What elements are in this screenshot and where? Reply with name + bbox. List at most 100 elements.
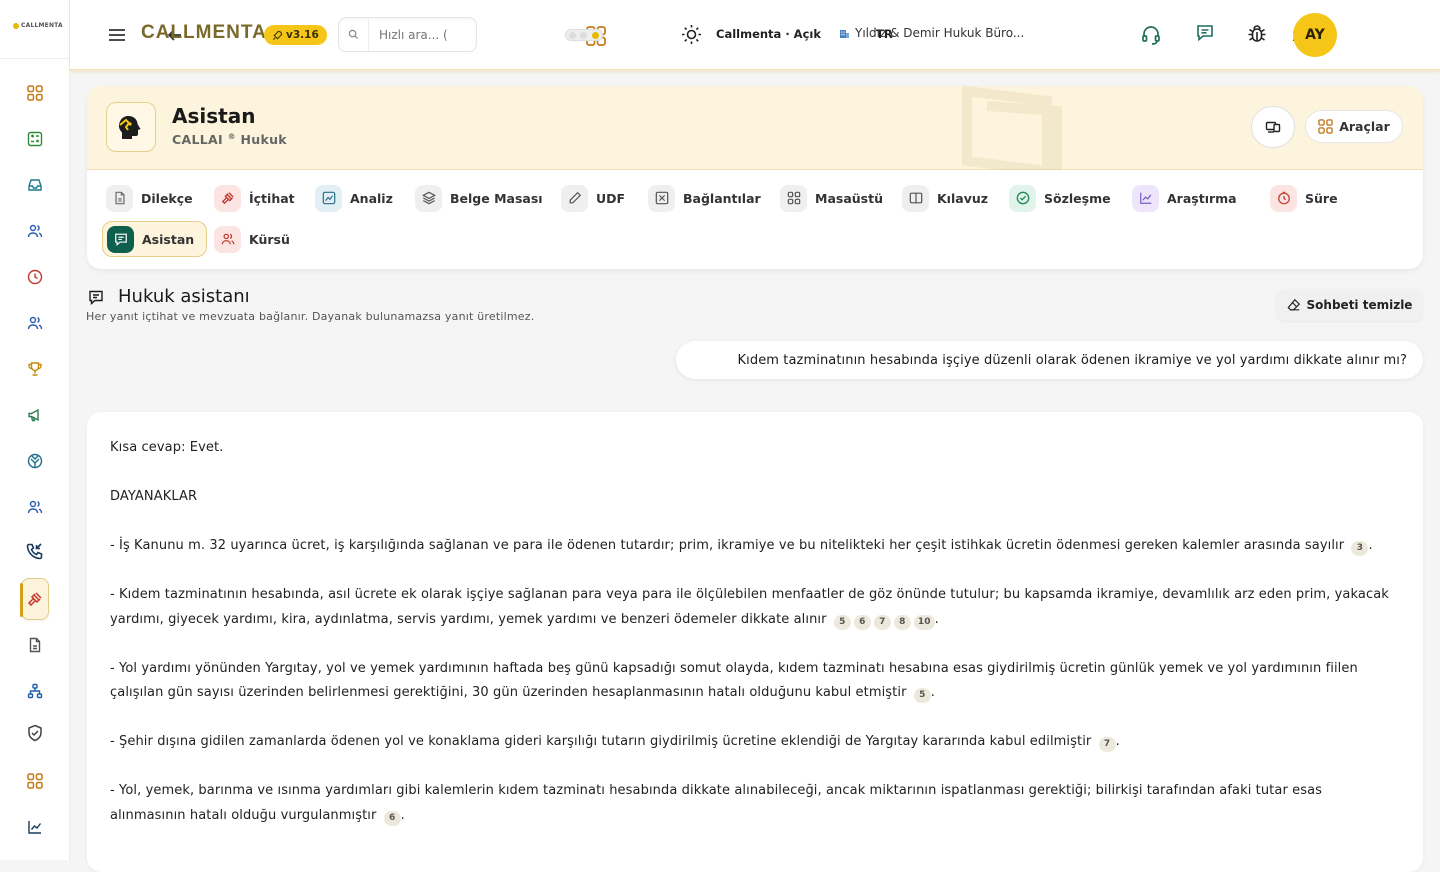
tab-label: Kılavuz [937,190,989,206]
tab-kursu[interactable]: Kürsü [214,221,290,257]
device-view-button[interactable] [1251,106,1295,148]
sidebar-item-dashboard[interactable] [22,80,48,106]
tab-arastirma[interactable]: Araştırma [1132,180,1237,216]
tab-dilekce[interactable]: Dilekçe [106,180,193,216]
citation-badge[interactable]: 6 [383,810,401,826]
tab-label: Masaüstü [815,190,883,206]
chat-description: Her yanıt içtihat ve mevzuata bağlanır. … [86,310,535,323]
search-icon [348,29,359,40]
tab-analiz[interactable]: Analiz [315,180,393,216]
contacts-icon [27,316,43,330]
search-input[interactable] [369,27,465,42]
sidebar-item-gavel[interactable] [20,578,49,620]
sidebar-item-phone[interactable] [22,538,48,564]
citation-badge[interactable]: 6 [853,614,871,630]
citation-badge[interactable]: 7 [1098,737,1116,752]
citation-badge[interactable]: 5 [833,614,851,630]
sidebar-item-network[interactable] [22,678,48,704]
sidebar-item-clients[interactable] [22,494,48,520]
tab-ictihat[interactable]: İçtihat [214,180,295,216]
sidebar-logo[interactable]: CALLMENTA [13,22,63,29]
support-button[interactable] [1140,24,1162,46]
tab-label: Araştırma [1167,190,1237,206]
tab-sure[interactable]: Süre [1270,180,1338,216]
sidebar-item-shield[interactable] [22,720,48,746]
bug-report-button[interactable] [1246,23,1268,45]
sidebar-item-document[interactable] [22,632,48,658]
version-badge: v3.16 [264,25,327,45]
chat-title-text: Hukuk asistanı [118,286,250,307]
clear-chat-label: Sohbeti temizle [1306,298,1413,312]
module-header-banner: Asistan CALLAI ® Hukuk Araçlar [87,86,1423,170]
building-icon [840,30,849,38]
answer-item-text: - İş Kanunu m. 32 uyarınca ücret, iş kar… [110,538,1345,553]
citation-badge[interactable]: 3 [1351,541,1369,556]
chat-title: Hukuk asistanı [88,286,250,307]
user-avatar[interactable]: AY [1293,13,1337,57]
sidebar-item-clock[interactable] [22,264,48,290]
megaphone-icon [28,408,39,422]
clear-chat-button[interactable]: Sohbeti temizle [1276,289,1423,321]
sidebar: CALLMENTA [0,0,70,860]
apps-icon [27,773,43,789]
subtitle-brand: CALLAI [172,132,223,148]
organization-selector[interactable]: Yıldız & Demir Hukuk Büro... [838,26,1024,40]
sidebar-item-calculator[interactable] [22,126,48,152]
trophy-icon [28,362,42,376]
tab-kilavuz[interactable]: Kılavuz [902,180,988,216]
assistant-logo [106,102,156,152]
citation-badge[interactable]: 8 [893,614,911,630]
tab-label: Belge Masası [450,190,543,206]
answer-item-text: - Yol yardımı yönünden Yargıtay, yol ve … [110,660,1358,701]
shield-icon [28,724,42,742]
module-title: Asistan [172,104,256,128]
message-icon [1197,25,1213,42]
citation-badge[interactable]: 10 [913,614,935,630]
sidebar-item-users[interactable] [22,218,48,244]
module-subtitle: CALLAI ® Hukuk [172,132,287,147]
module-header-card: Asistan CALLAI ® Hukuk Araçlar Dilekçe İ… [87,86,1423,269]
people-icon [214,225,241,253]
sidebar-item-handshake[interactable] [22,448,48,474]
tools-button[interactable]: Araçlar [1305,110,1403,143]
answer-item: - Şehir dışına gidilen zamanlarda ödenen… [110,730,1400,755]
theme-toggle[interactable] [565,29,603,41]
layers-icon [415,184,442,212]
grid-icon [780,184,807,212]
tab-belge-masasi[interactable]: Belge Masası [415,180,543,216]
search-box[interactable] [338,17,477,52]
brand-name[interactable]: CALLMENTA [141,22,267,44]
check-circle-icon [1009,184,1036,212]
tab-sozlesme[interactable]: Sözleşme [1009,180,1111,216]
sun-icon [682,25,701,44]
tab-label: Sözleşme [1044,190,1111,206]
sidebar-item-apps[interactable] [22,768,48,794]
citation-badge[interactable]: 7 [873,614,891,630]
tab-label: Süre [1305,190,1338,206]
clock-icon [27,269,43,285]
timer-icon [1270,184,1297,212]
version-text: v3.16 [286,29,319,41]
logo-mark-icon [13,22,19,29]
answer-short: Kısa cevap: Evet. [110,440,224,455]
messages-button[interactable] [1195,23,1215,43]
module-tabs: Dilekçe İçtihat Analiz Belge Masası UDF … [87,170,1423,269]
answer-item: - İş Kanunu m. 32 uyarınca ücret, iş kar… [110,534,1400,559]
sidebar-item-trophy[interactable] [22,356,48,382]
sidebar-item-megaphone[interactable] [22,402,48,428]
sidebar-item-contacts[interactable] [22,310,48,336]
assistant-answer: Kısa cevap: Evet. DAYANAKLAR - İş Kanunu… [87,412,1423,872]
citation-badge[interactable]: 5 [913,688,931,703]
tab-udf[interactable]: UDF [561,180,625,216]
answer-item-text: - Yol, yemek, barınma ve ısınma yardımla… [110,783,1323,823]
theme-sun-button[interactable] [681,24,702,45]
answer-item-text: - Kıdem tazminatının hesabında, asıl ücr… [110,587,1389,627]
sidebar-item-chart[interactable] [22,814,48,840]
tab-masaustu[interactable]: Masaüstü [780,180,883,216]
sidebar-item-inbox[interactable] [22,172,48,198]
menu-button[interactable] [106,24,128,46]
tab-baglantilar[interactable]: Bağlantılar [648,180,761,216]
theme-dot-2 [580,32,587,39]
tab-asistan[interactable]: Asistan [102,221,208,257]
tab-label: Bağlantılar [683,190,761,206]
